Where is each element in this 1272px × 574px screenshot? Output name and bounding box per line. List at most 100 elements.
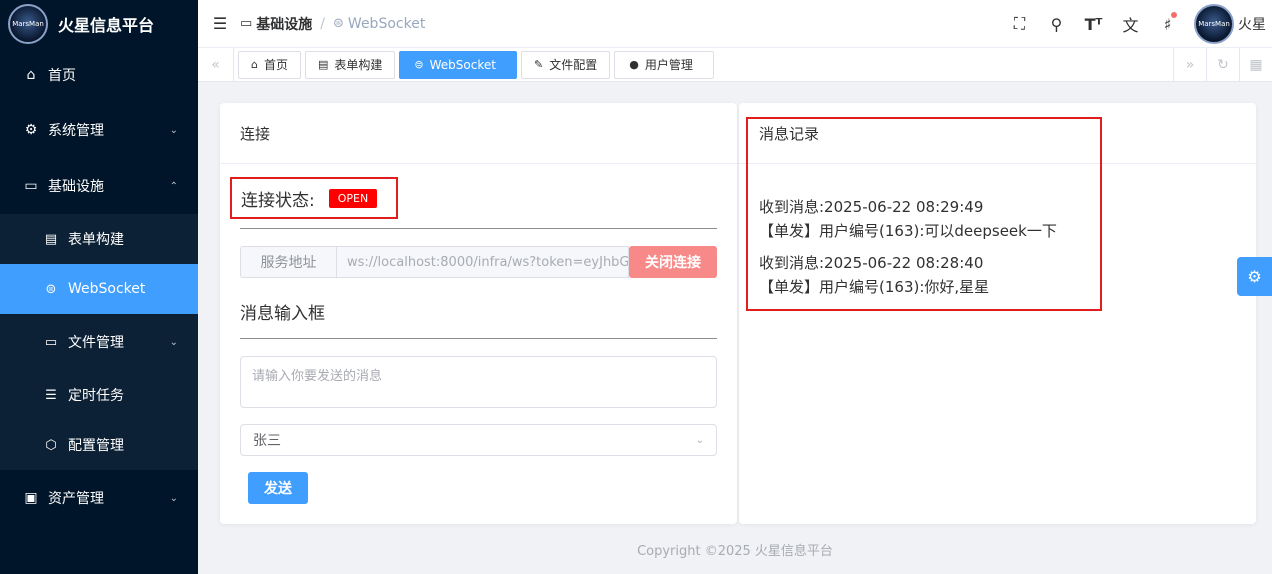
chevron-down-icon: ⌄ bbox=[695, 434, 704, 446]
sidebar-item-label: 系统管理 bbox=[48, 123, 104, 139]
breadcrumb-item[interactable]: 基础设施 bbox=[256, 14, 312, 34]
tabs-scroll-left-icon[interactable]: « bbox=[198, 47, 234, 82]
sidebar-item-label: 配置管理 bbox=[68, 438, 124, 454]
message-input-title: 消息输入框 bbox=[240, 304, 325, 324]
message-log-card: 消息记录 收到消息:2025-06-22 08:29:49 【单发】用户编号(1… bbox=[739, 103, 1256, 524]
infra-submenu: ▤ 表单构建 ⊜ WebSocket ▭ 文件管理 ⌄ ☰ 定时任务 ⬡ 配置管… bbox=[0, 214, 198, 470]
fullscreen-icon[interactable]: ⛶ bbox=[1001, 14, 1038, 34]
status-badge: OPEN bbox=[328, 188, 378, 208]
logo-text: MarsMan bbox=[12, 20, 44, 28]
sidebar-item-home[interactable]: ⌂ 首页 bbox=[0, 48, 198, 102]
tab-label: 用户管理 bbox=[644, 58, 693, 72]
user-icon: ● bbox=[629, 58, 639, 71]
config-icon: ⬡ bbox=[45, 437, 57, 453]
logo-area[interactable]: MarsMan 火星信息平台 bbox=[0, 0, 198, 48]
connection-status: 连接状态: OPEN bbox=[230, 177, 398, 219]
bell-icon[interactable]: ♯ bbox=[1149, 11, 1186, 34]
sidebar-item-label: 表单构建 bbox=[68, 232, 124, 248]
breadcrumb-item-current: WebSocket bbox=[347, 15, 426, 32]
sidebar-item-label: 首页 bbox=[48, 68, 76, 84]
tabs-bar: « ⌂ 首页 ▤ 表单构建 ⊜ WebSocket ✎ 文件配置 ● 用户管理 » ↻ ▦ bbox=[198, 47, 1272, 82]
logo-image: MarsMan bbox=[8, 4, 48, 44]
home-icon: ⌂ bbox=[251, 58, 258, 71]
sidebar-item-config-management[interactable]: ⬡ 配置管理 bbox=[0, 420, 198, 470]
list-item: 收到消息:2025-06-22 08:29:49 【单发】用户编号(163):可… bbox=[759, 195, 1239, 243]
settings-gear-icon[interactable]: ⚙ bbox=[1237, 257, 1272, 296]
font-size-icon[interactable]: Tᵀ bbox=[1075, 15, 1112, 34]
chevron-down-icon: ⌄ bbox=[169, 492, 178, 504]
tab-home[interactable]: ⌂ 首页 bbox=[238, 50, 301, 79]
tab-form-builder[interactable]: ▤ 表单构建 bbox=[305, 50, 396, 79]
tab-label: 文件配置 bbox=[549, 58, 598, 72]
refresh-icon[interactable]: ↻ bbox=[1206, 48, 1239, 82]
home-icon: ⌂ bbox=[26, 67, 36, 83]
list-item: 收到消息:2025-06-22 08:28:40 【单发】用户编号(163):你… bbox=[759, 251, 1239, 299]
chevron-up-icon: ⌃ bbox=[169, 180, 178, 192]
log-content: 【单发】用户编号(163):你好,星星 bbox=[759, 278, 990, 296]
breadcrumb-separator: / bbox=[320, 15, 326, 32]
recipient-select[interactable]: 张三 ⌄ bbox=[240, 424, 717, 456]
file-edit-icon: ✎ bbox=[533, 58, 544, 71]
chevron-down-icon: ⌄ bbox=[169, 336, 178, 348]
send-button[interactable]: 发送 bbox=[248, 472, 308, 504]
gear-icon: ⚙ bbox=[24, 122, 38, 138]
search-icon[interactable]: ⚲ bbox=[1038, 15, 1075, 34]
tab-label: WebSocket bbox=[429, 57, 496, 72]
connection-card-title: 连接 bbox=[220, 103, 737, 164]
sidebar-item-label: 定时任务 bbox=[68, 388, 124, 404]
log-content: 【单发】用户编号(163):可以deepseek一下 bbox=[759, 222, 1057, 240]
message-textarea[interactable]: 请输入你要发送的消息 bbox=[240, 356, 717, 408]
sidebar-item-label: 文件管理 bbox=[68, 335, 124, 351]
sidebar-item-websocket[interactable]: ⊜ WebSocket bbox=[0, 264, 198, 314]
divider bbox=[240, 338, 717, 339]
sidebar-item-label: WebSocket bbox=[68, 281, 146, 297]
tab-user-management[interactable]: ● 用户管理 bbox=[614, 50, 714, 79]
tabs-actions: » ↻ ▦ bbox=[1173, 48, 1272, 82]
form-icon: ▤ bbox=[44, 231, 58, 247]
top-header: ☰ ▭ 基础设施 / ⊜ WebSocket ⛶ ⚲ Tᵀ 文 ♯ MarsMa… bbox=[198, 0, 1272, 48]
divider bbox=[240, 228, 717, 229]
server-address-input[interactable]: ws://localhost:8000/infra/ws?token=eyJhb… bbox=[336, 246, 629, 278]
header-actions: ⛶ ⚲ Tᵀ 文 ♯ MarsMan 火星 bbox=[1001, 0, 1272, 48]
sidebar-item-file-management[interactable]: ▭ 文件管理 ⌄ bbox=[0, 314, 198, 370]
tab-label: 首页 bbox=[263, 58, 288, 72]
websocket-icon: ⊜ bbox=[414, 58, 424, 71]
folder-icon: ▭ bbox=[44, 334, 58, 350]
sidebar-item-system[interactable]: ⚙ 系统管理 ⌄ bbox=[0, 102, 198, 158]
sidebar-item-label: 资产管理 bbox=[48, 491, 104, 507]
close-connection-button[interactable]: 关闭连接 bbox=[629, 246, 717, 278]
websocket-icon: ⊜ bbox=[45, 281, 57, 297]
message-log-list: 收到消息:2025-06-22 08:29:49 【单发】用户编号(163):可… bbox=[759, 195, 1239, 307]
tab-file-config[interactable]: ✎ 文件配置 bbox=[520, 50, 611, 79]
chevron-down-icon: ⌄ bbox=[169, 124, 178, 136]
status-label: 连接状态: bbox=[241, 190, 315, 211]
avatar-text: MarsMan bbox=[1198, 20, 1230, 28]
sidebar-item-form-builder[interactable]: ▤ 表单构建 bbox=[0, 214, 198, 264]
websocket-icon: ⊜ bbox=[333, 16, 344, 31]
monitor-icon: ▭ bbox=[240, 16, 253, 31]
tabs-scroll-right-icon[interactable]: » bbox=[1173, 48, 1206, 82]
connection-card: 连接 连接状态: OPEN 服务地址 ws://localhost:8000/i… bbox=[220, 103, 737, 524]
asset-icon: ▣ bbox=[24, 490, 38, 506]
recipient-select-value: 张三 bbox=[253, 433, 281, 449]
tab-label: 表单构建 bbox=[334, 58, 383, 72]
log-time: 收到消息:2025-06-22 08:29:49 bbox=[759, 198, 984, 216]
server-address-label: 服务地址 bbox=[240, 246, 336, 278]
menu-toggle-icon[interactable]: ☰ bbox=[200, 14, 240, 33]
tab-websocket[interactable]: ⊜ WebSocket bbox=[399, 50, 517, 79]
form-icon: ▤ bbox=[318, 58, 329, 71]
server-address-row: 服务地址 ws://localhost:8000/infra/ws?token=… bbox=[240, 246, 717, 278]
monitor-icon: ▭ bbox=[24, 178, 38, 194]
breadcrumb: ▭ 基础设施 / ⊜ WebSocket bbox=[240, 14, 425, 34]
footer-copyright: Copyright ©2025 火星信息平台 bbox=[637, 544, 833, 559]
user-name[interactable]: 火星 bbox=[1238, 14, 1272, 34]
sidebar: MarsMan 火星信息平台 ⌂ 首页 ⚙ 系统管理 ⌄ ▭ 基础设施 ⌃ ▤ … bbox=[0, 0, 198, 574]
avatar[interactable]: MarsMan bbox=[1194, 4, 1234, 44]
sidebar-item-infra[interactable]: ▭ 基础设施 ⌃ bbox=[0, 158, 198, 214]
sidebar-item-assets[interactable]: ▣ 资产管理 ⌄ bbox=[0, 470, 198, 526]
sidebar-item-scheduled-tasks[interactable]: ☰ 定时任务 bbox=[0, 370, 198, 420]
grid-menu-icon[interactable]: ▦ bbox=[1239, 48, 1272, 82]
notification-dot bbox=[1171, 11, 1177, 18]
translate-icon[interactable]: 文 bbox=[1112, 12, 1149, 36]
tab-list: ⌂ 首页 ▤ 表单构建 ⊜ WebSocket ✎ 文件配置 ● 用户管理 bbox=[234, 50, 718, 79]
